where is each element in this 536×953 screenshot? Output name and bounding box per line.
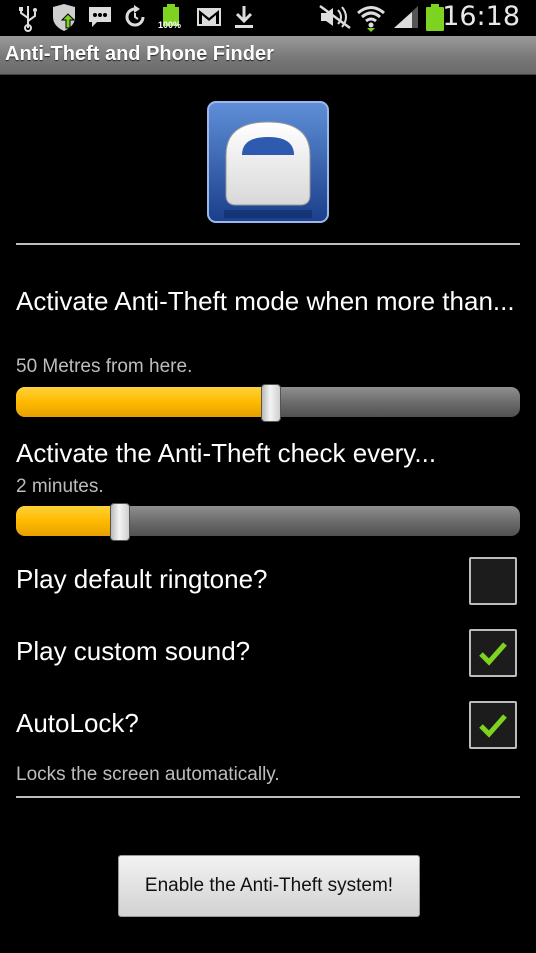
interval-label: Activate the Anti-Theft check every... — [16, 438, 437, 468]
ringtone-checkbox[interactable] — [469, 557, 517, 605]
status-bar: 100% 16:18 — [0, 0, 536, 36]
interval-slider[interactable] — [16, 503, 520, 541]
checkmark-icon — [479, 642, 507, 666]
padlock-icon — [207, 101, 329, 223]
slider-thumb[interactable] — [110, 503, 130, 541]
shield-update-icon — [53, 4, 76, 31]
battery-percent: 100% — [158, 20, 182, 30]
distance-summary: 50 Metres from here. — [16, 356, 193, 377]
app-title: Anti-Theft and Phone Finder — [5, 43, 274, 65]
mute-icon — [319, 4, 351, 30]
ringtone-label: Play default ringtone? — [16, 564, 268, 594]
usb-icon — [19, 6, 37, 32]
autolock-label: AutoLock? — [16, 708, 139, 738]
wifi-icon — [357, 6, 385, 32]
divider-top — [16, 243, 520, 245]
signal-icon — [394, 6, 418, 28]
divider-bottom — [16, 796, 520, 798]
autolock-checkbox[interactable] — [469, 701, 517, 749]
autolock-summary: Locks the screen automatically. — [16, 764, 280, 785]
checkmark-icon — [479, 714, 507, 738]
gmail-icon — [197, 8, 221, 26]
sync-icon — [125, 5, 145, 27]
message-icon — [89, 7, 111, 27]
slider-fill — [16, 506, 117, 536]
custom-sound-checkbox[interactable] — [469, 629, 517, 677]
title-bar: Anti-Theft and Phone Finder — [0, 36, 536, 75]
slider-thumb[interactable] — [261, 384, 281, 422]
enable-anti-theft-button[interactable]: Enable the Anti-Theft system! — [118, 855, 420, 917]
custom-sound-label: Play custom sound? — [16, 636, 251, 666]
interval-summary: 2 minutes. — [16, 476, 104, 497]
download-icon — [235, 6, 253, 28]
distance-label: Activate Anti-Theft mode when more than.… — [16, 286, 515, 316]
slider-fill — [16, 387, 268, 417]
distance-slider[interactable] — [16, 384, 520, 422]
clock: 16:18 — [442, 1, 520, 32]
